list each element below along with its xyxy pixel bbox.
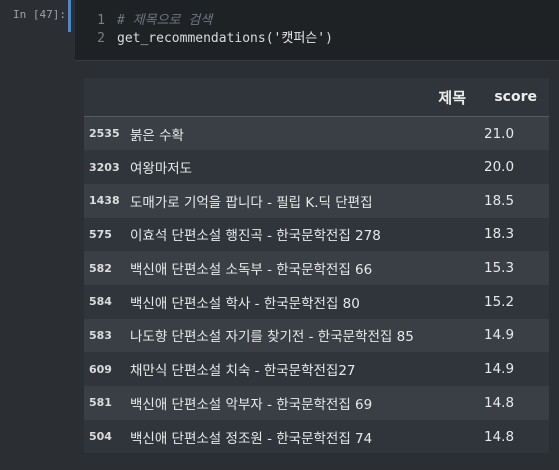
table-row: 581 백신애 단편소설 악부자 - 한국문학전집 69 14.8 [84,386,549,420]
row-score: 18.3 [484,226,515,243]
table-row: 2535 붉은 수확 21.0 [84,116,549,151]
code-editor[interactable]: 1 2 # 제목으로 검색 get_recommendations('캣퍼슨') [75,0,559,61]
row-title: 여왕마저도 [130,161,193,178]
row-index: 584 [89,295,112,309]
row-index: 3203 [89,160,120,174]
table-row: 584 백신애 단편소설 학사 - 한국문학전집 80 15.2 [84,284,549,319]
row-index: 1438 [89,194,120,208]
code-string-arg: '캣퍼슨' [273,31,326,46]
row-title: 백신애 단편소설 정조원 - 한국문학전집 74 [130,430,373,447]
code-close-paren: ) [325,31,333,46]
row-score: 14.9 [484,327,515,344]
row-title: 나도향 단편소설 자기를 찾기전 - 한국문학전집 85 [130,329,414,346]
row-title: 이효석 단편소설 행진곡 - 한국문학전집 278 [130,228,381,245]
code-cell[interactable]: In [47]: 1 2 # 제목으로 검색 get_recommendation… [0,0,559,62]
header-index [84,78,128,117]
output-area: 제목 score 2535 붉은 수확 21.0 3203 여왕마저도 20.0… [84,78,549,454]
table-row: 1438 도매가로 기억을 팝니다 - 필립 K.딕 단편집 18.5 [84,183,549,218]
line-number-gutter: 1 2 [85,12,105,48]
row-index: 582 [89,261,112,275]
table-row: 582 백신애 단편소설 소독부 - 한국문학전집 66 15.3 [84,251,549,285]
row-score: 14.9 [484,361,515,378]
row-index: 504 [89,430,112,444]
table-row: 3203 여왕마저도 20.0 [84,150,549,184]
code-text[interactable]: # 제목으로 검색 get_recommendations('캣퍼슨') [117,12,333,48]
cell-selection-bar [68,0,71,32]
table-row: 609 채만식 단편소설 치숙 - 한국문학전집27 14.9 [84,352,549,386]
row-score: 20.0 [484,159,515,176]
row-index: 583 [89,328,112,342]
row-title: 백신애 단편소설 악부자 - 한국문학전집 69 [130,396,373,413]
header-title: 제목 [128,78,478,117]
header-score: score [478,78,549,117]
row-score: 15.2 [484,293,515,310]
row-score: 15.3 [484,260,515,277]
row-index: 581 [89,396,112,410]
row-title: 채만식 단편소설 치숙 - 한국문학전집27 [130,363,356,380]
row-title: 백신애 단편소설 소독부 - 한국문학전집 66 [130,262,373,279]
row-score: 18.5 [484,192,515,209]
row-score: 14.8 [484,394,515,411]
row-score: 14.8 [484,428,515,445]
cell-prompt: In [47]: [13,8,66,21]
table-header-row: 제목 score [84,78,549,117]
row-score: 21.0 [484,125,515,142]
line-number: 2 [97,31,105,46]
row-title: 붉은 수확 [130,127,184,144]
code-comment: # 제목으로 검색 [117,13,213,28]
row-index: 575 [89,227,112,241]
recommendations-table: 제목 score 2535 붉은 수확 21.0 3203 여왕마저도 20.0… [84,78,549,454]
row-index: 2535 [89,127,120,141]
code-line: get_recommendations('캣퍼슨') [117,30,333,48]
row-title: 백신애 단편소설 학사 - 한국문학전집 80 [130,295,360,312]
line-number: 1 [97,13,105,28]
table-row: 504 백신애 단편소설 정조원 - 한국문학전집 74 14.8 [84,419,549,454]
row-index: 609 [89,362,112,376]
row-title: 도매가로 기억을 팝니다 - 필립 K.딕 단편집 [130,194,373,211]
table-row: 575 이효석 단편소설 행진곡 - 한국문학전집 278 18.3 [84,217,549,252]
code-function-call: get_recommendations( [117,31,274,46]
table-row: 583 나도향 단편소설 자기를 찾기전 - 한국문학전집 85 14.9 [84,318,549,353]
